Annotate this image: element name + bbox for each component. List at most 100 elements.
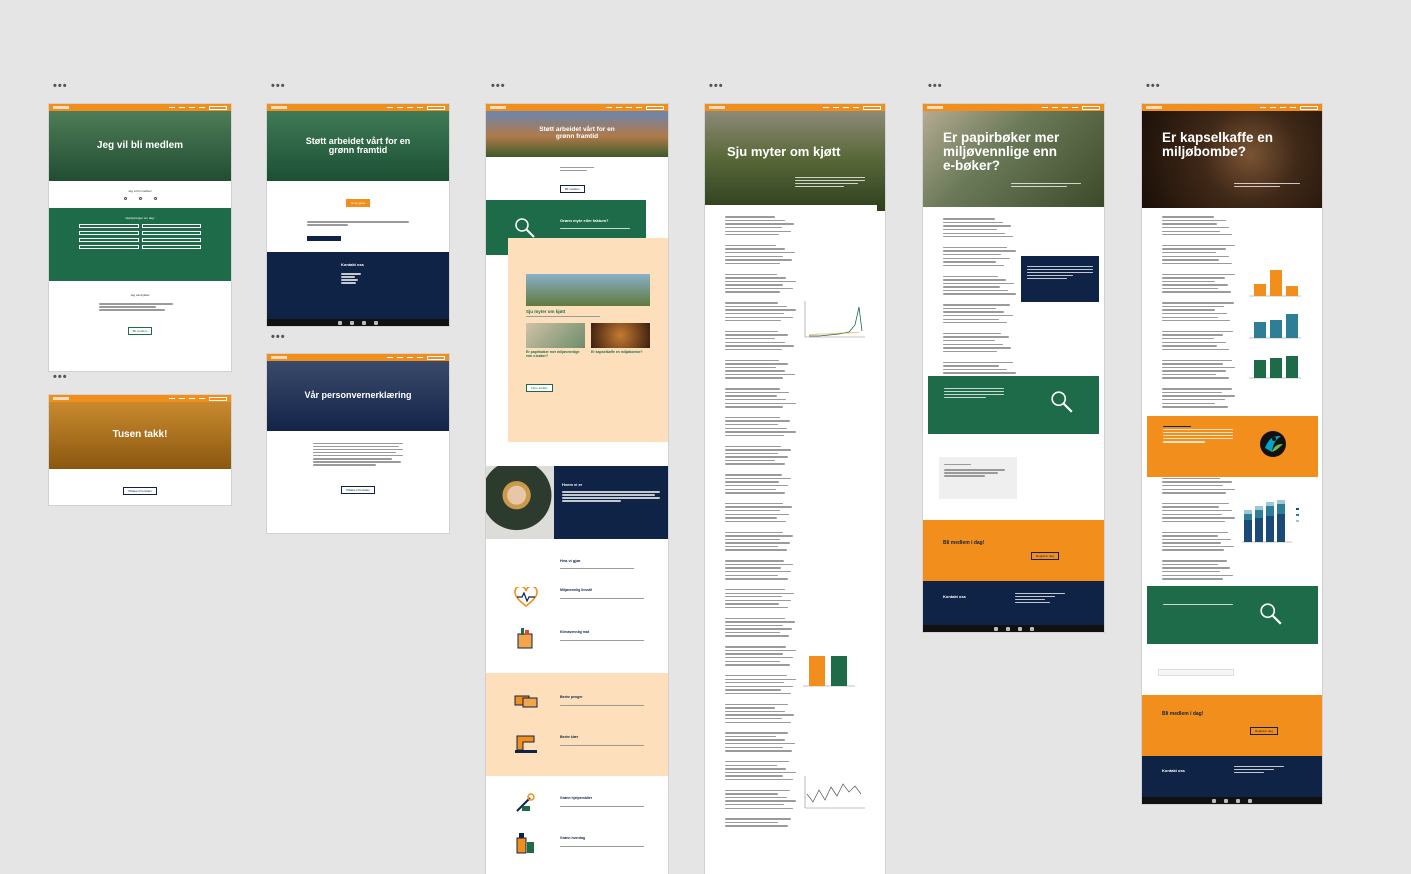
top-nav [1142,104,1322,111]
top-nav [49,395,231,402]
top-nav [267,104,449,111]
submit-button[interactable]: Bli medlem [127,326,153,335]
menu-dots-icon[interactable]: ••• [709,81,724,92]
form-field[interactable] [141,245,201,249]
footer: Kontakt oss [1142,756,1322,804]
top-nav [705,104,885,111]
form-field[interactable] [79,231,139,235]
form-field[interactable] [79,245,139,249]
form-question: Jeg vil bli medlem [128,189,152,193]
hero-books: Er papirbøker mer miljøvennlige enn e-bø… [923,111,1104,207]
bar-chart-thumbnail [1249,270,1301,297]
more-articles-button[interactable]: Flere artikler [526,384,553,393]
member-button[interactable]: Bli medlem [560,185,585,194]
money-icon [514,693,538,714]
bar-chart-thumbnail [1249,356,1301,379]
article-title[interactable]: Sju myter om kjøtt [526,309,650,314]
page-title: Tusen takk! [112,429,168,441]
portrait-image [486,466,554,539]
articles-section: Sju myter om kjøtt Er papirbøker mer mil… [508,238,668,442]
artboard-home[interactable]: Støtt arbeidet vårt for en grønn framtid… [486,104,668,874]
donate-button[interactable]: Gi en gave [345,199,371,207]
search-icon [1260,603,1282,625]
form-field[interactable] [141,231,201,235]
hero-thanks: Tusen takk! [49,402,231,469]
page-title: Vår personvernerklæring [304,390,412,401]
menu-dots-icon[interactable]: ••• [271,332,286,343]
line-chart-thumbnail [804,776,865,809]
footer: Kontakt oss [267,252,449,326]
form-field[interactable] [141,224,201,228]
footer: Kontakt oss [923,581,1104,632]
hero-home: Støtt arbeidet vårt for en grønn framtid [486,111,668,157]
page-title: Støtt arbeidet vårt for en grønn framtid [305,135,411,155]
register-button[interactable]: Registrer deg [1031,552,1060,560]
article-image [526,323,585,349]
artboard-privacy[interactable]: Vår personvernerklæring Tilbake til fors… [267,354,449,533]
top-nav [49,104,231,111]
hero-coffee: Er kapselkaffe en miljøbombe? [1142,111,1322,208]
menu-dots-icon[interactable]: ••• [53,372,68,383]
myth-banner [1147,586,1318,644]
who-section: Hvem vi er [486,466,668,539]
form-field[interactable] [79,224,139,228]
radio-option[interactable] [138,197,142,200]
article-body [1162,214,1236,582]
search-icon [515,218,535,238]
bar-chart-thumbnail [803,656,855,687]
hero-support: Støtt arbeidet vårt for en grønn framtid [267,111,449,181]
member-form: Opplysninger om deg: [49,208,231,281]
radio-option[interactable] [123,197,127,200]
menu-dots-icon[interactable]: ••• [928,81,943,92]
cta-section: Bli medlem i dag! Registrer deg [1142,695,1322,756]
stacked-bar-chart-thumbnail [1242,500,1299,543]
bar-chart-thumbnail [1249,314,1301,339]
hero-privacy: Vår personvernerklæring [267,361,449,431]
sewing-machine-icon [514,733,538,760]
back-button[interactable]: Tilbake til forsiden [122,487,158,495]
menu-dots-icon[interactable]: ••• [53,81,68,92]
fairtrade-section [1147,416,1318,477]
menu-dots-icon[interactable]: ••• [491,81,506,92]
page-title: Er kapselkaffe en miljøbombe? [1162,130,1274,160]
myth-banner [928,376,1099,434]
submit-button[interactable] [307,235,341,241]
grocery-bag-icon [515,627,535,654]
menu-dots-icon[interactable]: ••• [271,81,286,92]
article-image [591,323,650,349]
artboard-member[interactable]: Jeg vil bli medlem Jeg vil bli medlem Op… [49,104,231,371]
top-nav [267,354,449,361]
article-title[interactable]: Er papirbøker mer miljøvennlige enn e-bø… [526,350,585,358]
heart-pulse-icon [514,585,538,612]
search-icon [1051,391,1073,413]
article-body [725,214,797,829]
page-title: Er papirbøker mer miljøvennlige enn e-bø… [943,130,1060,174]
back-button[interactable]: Tilbake til forsiden [340,485,376,494]
artboard-support[interactable]: Støtt arbeidet vårt for en grønn framtid… [267,104,449,326]
radio-option[interactable] [153,197,157,200]
article-image [526,274,650,306]
form-field[interactable] [79,238,139,242]
source-box[interactable] [939,457,1017,499]
hero-member: Jeg vil bli medlem [49,111,231,181]
artboard-meat[interactable]: Sju myter om kjøtt [705,104,885,874]
fairtrade-icon [1260,431,1286,457]
top-nav [923,104,1104,111]
form-field[interactable] [141,238,201,242]
tools-icon [514,792,536,819]
register-button[interactable]: Registrer deg [1250,727,1279,735]
source-accordion[interactable] [1158,669,1234,676]
artboard-books[interactable]: Er papirbøker mer miljøvennlige enn e-bø… [923,104,1104,632]
article-title[interactable]: Er kapselkaffe en miljøbombe? [591,350,650,354]
top-nav [486,104,668,111]
line-chart-thumbnail [804,301,865,338]
page-title: Jeg vil bli medlem [96,139,184,151]
artboard-thanks[interactable]: Tusen takk! Tilbake til forsiden [49,395,231,505]
hero-meat: Sju myter om kjøtt [705,111,885,211]
page-title: Sju myter om kjøtt [727,144,841,159]
artboard-coffee[interactable]: Er kapselkaffe en miljøbombe? Bli medlem… [1142,104,1322,804]
cleaning-icon [514,830,536,859]
menu-dots-icon[interactable]: ••• [1146,81,1161,92]
article-body [943,216,1017,379]
consent-label: Jeg samtykker [130,293,150,297]
